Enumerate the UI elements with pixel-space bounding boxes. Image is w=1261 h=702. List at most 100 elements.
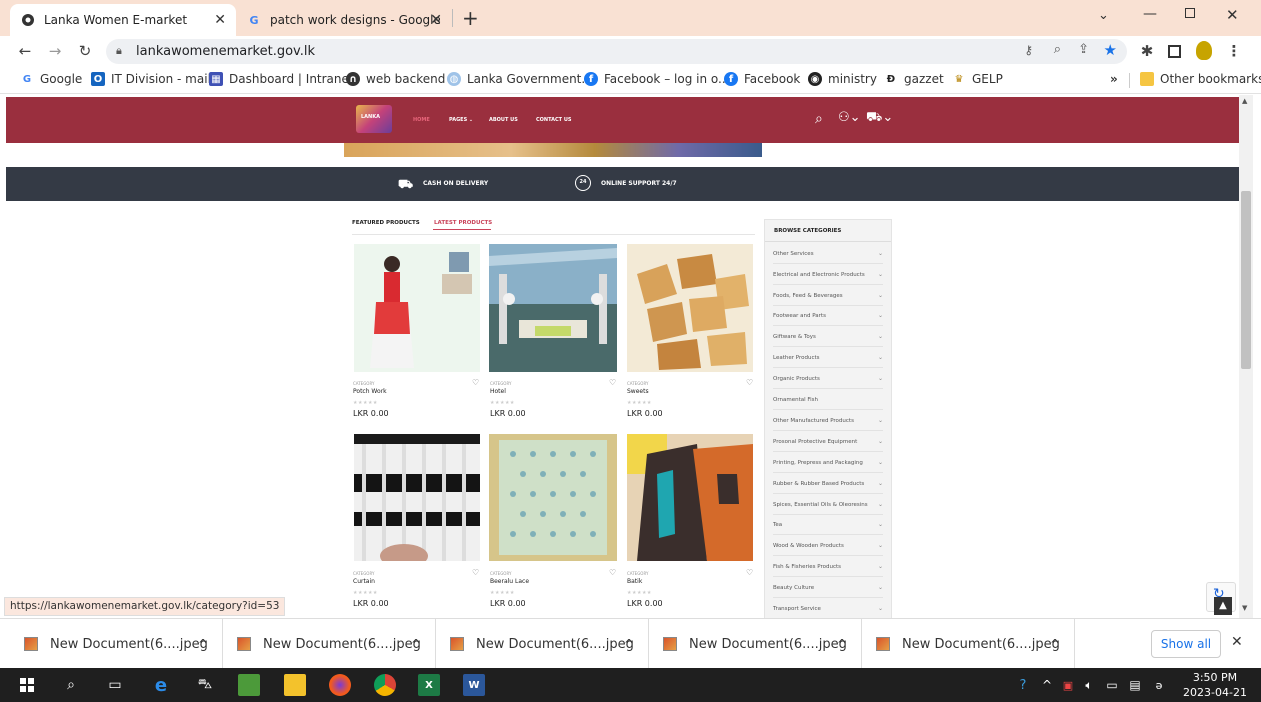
key-icon[interactable]: ⚷ [1024, 43, 1033, 57]
word-icon[interactable]: W [463, 674, 485, 696]
zoom-icon[interactable]: ⌕ [1054, 42, 1061, 57]
category-item[interactable]: Other Manufactured Products ⌄ [773, 411, 883, 431]
nav-home[interactable]: HOME [413, 117, 430, 123]
category-item[interactable]: Printing, Prepress and Packaging ⌄ [773, 453, 883, 473]
close-window-icon[interactable]: ✕ [1226, 6, 1239, 24]
user-icon[interactable]: ⚇⌄ [838, 110, 861, 125]
wishlist-heart-icon[interactable]: ♡ [472, 568, 479, 577]
wishlist-heart-icon[interactable]: ♡ [746, 378, 753, 387]
category-item[interactable]: Other Services ⌄ [773, 244, 883, 264]
page-scrollbar[interactable]: ▲ ▼ [1239, 95, 1253, 618]
close-tab-icon[interactable]: ✕ [214, 12, 226, 28]
bookmark-gazzet[interactable]: Ɖgazzet [884, 72, 944, 86]
bookmark-web-backend[interactable]: ∩ web backend [346, 72, 445, 86]
forward-icon[interactable]: → [45, 42, 65, 60]
other-bookmarks[interactable]: Other bookmarks [1140, 72, 1261, 86]
excel-icon[interactable]: X [418, 674, 440, 696]
bookmark-dashboard[interactable]: ▦ Dashboard | Intranet [209, 72, 354, 86]
scroll-to-top-button[interactable]: ▲ [1214, 597, 1232, 615]
download-item[interactable]: New Document(6....jpeg ^ [436, 619, 649, 669]
bookmark-google[interactable]: G Google [20, 72, 82, 86]
chrome-icon[interactable] [374, 674, 396, 696]
tab-featured-products[interactable]: FEATURED PRODUCTS [352, 220, 420, 226]
product-name[interactable]: Curtain [353, 578, 375, 585]
chevron-up-icon[interactable]: ^ [411, 637, 421, 651]
help-icon[interactable]: ? [1012, 674, 1034, 696]
address-bar[interactable]: 🔒︎ lankawomenemarket.gov.lk ⚷ ⌕ ⇪ ★ [106, 39, 1127, 64]
file-explorer-icon[interactable] [284, 674, 306, 696]
share-icon[interactable]: ⇪ [1078, 42, 1089, 57]
product-image-hotel[interactable] [489, 244, 617, 372]
scroll-up-arrow-icon[interactable]: ▲ [1242, 97, 1247, 105]
chevron-up-icon[interactable]: ^ [198, 637, 208, 651]
product-image-curtain[interactable] [354, 434, 480, 561]
bookmark-facebook[interactable]: f Facebook [724, 72, 800, 86]
notification-icon[interactable]: ▤ [1124, 674, 1146, 696]
category-item[interactable]: Spices, Essential Oils & Oleoresins ⌄ [773, 495, 883, 515]
category-item[interactable]: Tea ⌄ [773, 515, 883, 535]
clock-time[interactable]: 3:50 PM [1185, 671, 1245, 684]
category-item[interactable]: Leather Products ⌄ [773, 348, 883, 368]
edge-icon[interactable]: e [150, 674, 172, 696]
product-name[interactable]: Potch Work [353, 388, 387, 395]
site-logo[interactable]: LANKA [356, 105, 392, 133]
back-icon[interactable]: ← [15, 42, 35, 60]
bookmark-star-icon[interactable]: ★ [1104, 41, 1117, 59]
volume-icon[interactable]: 🔈︎ [1078, 674, 1100, 696]
site-search-icon[interactable]: ⌕ [815, 111, 823, 127]
chevron-up-icon[interactable]: ^ [837, 637, 847, 651]
product-name[interactable]: Batik [627, 578, 642, 585]
tab-lanka-women[interactable]: Lanka Women E-market ✕ [10, 4, 236, 36]
wishlist-heart-icon[interactable]: ♡ [746, 568, 753, 577]
bookmark-ministry[interactable]: ◉ ministry [808, 72, 877, 86]
minimize-icon[interactable]: — [1143, 6, 1157, 22]
menu-icon[interactable]: ⋮ [1224, 42, 1244, 60]
bookmark-gelp[interactable]: ♛ GELP [952, 72, 1003, 86]
taskbar-search-icon[interactable]: ⌕ [60, 674, 82, 696]
category-item[interactable]: Prosonal Protective Equipment ⌄ [773, 432, 883, 452]
category-item[interactable]: Ornamental Fish [773, 390, 883, 410]
windows-start-icon[interactable] [16, 674, 38, 696]
clock-date[interactable]: 2023-04-21 [1183, 686, 1247, 699]
scrollbar-thumb[interactable] [1241, 191, 1251, 369]
restore-icon[interactable] [1185, 8, 1195, 18]
product-name[interactable]: Hotel [490, 388, 506, 395]
tray-app-icon[interactable]: ▣ [1057, 674, 1079, 696]
nav-pages[interactable]: PAGES ⌄ [449, 117, 473, 123]
product-image-batik[interactable] [627, 434, 753, 561]
category-item[interactable]: Transport Service ⌄ [773, 599, 883, 618]
nav-about-us[interactable]: ABOUT US [489, 117, 518, 123]
tab-latest-products[interactable]: LATEST PRODUCTS [434, 220, 492, 226]
product-name[interactable]: Sweets [627, 388, 649, 395]
cart-icon[interactable]: ⛟⌄ [866, 110, 893, 127]
close-tab-icon[interactable]: ✕ [430, 12, 442, 28]
category-item[interactable]: Wood & Wooden Products ⌄ [773, 536, 883, 556]
profile-avatar[interactable] [1196, 41, 1212, 60]
tray-chevron-up-icon[interactable]: ^ [1036, 674, 1058, 696]
bookmark-lanka-government[interactable]: ◍ Lanka Government... [447, 72, 593, 86]
extensions-icon[interactable]: ✱ [1137, 42, 1157, 60]
category-item[interactable]: Electrical and Electronic Products ⌄ [773, 265, 883, 285]
product-name[interactable]: Beeralu Lace [490, 578, 529, 585]
product-image-sweets[interactable] [627, 244, 753, 372]
wishlist-heart-icon[interactable]: ♡ [472, 378, 479, 387]
media-app-icon[interactable] [238, 674, 260, 696]
download-item[interactable]: New Document(6....jpeg ^ [0, 619, 223, 669]
bookmark-it-division[interactable]: O IT Division - mail [91, 72, 211, 86]
download-item[interactable]: New Document(6....jpeg ^ [862, 619, 1075, 669]
language-icon[interactable]: ə [1148, 674, 1170, 696]
tab-google-search[interactable]: G patch work designs - Google Sea ✕ [236, 4, 452, 36]
close-downloads-icon[interactable]: ✕ [1231, 634, 1243, 650]
product-image-potch-work[interactable] [354, 244, 480, 372]
wishlist-heart-icon[interactable]: ♡ [609, 378, 616, 387]
side-panel-icon[interactable] [1168, 45, 1181, 58]
category-item[interactable]: Organic Products ⌄ [773, 369, 883, 389]
category-item[interactable]: Giftware & Toys ⌄ [773, 327, 883, 347]
task-view-icon[interactable]: ▭ [104, 674, 126, 696]
reload-icon[interactable]: ↻ [75, 42, 95, 60]
download-item[interactable]: New Document(6....jpeg ^ [223, 619, 436, 669]
product-image-beeralu-lace[interactable] [489, 434, 617, 561]
bookmarks-overflow-button[interactable]: » [1110, 72, 1118, 86]
tab-search-chevron-icon[interactable]: ⌄ [1098, 8, 1109, 23]
nav-contact-us[interactable]: CONTACT US [536, 117, 571, 123]
